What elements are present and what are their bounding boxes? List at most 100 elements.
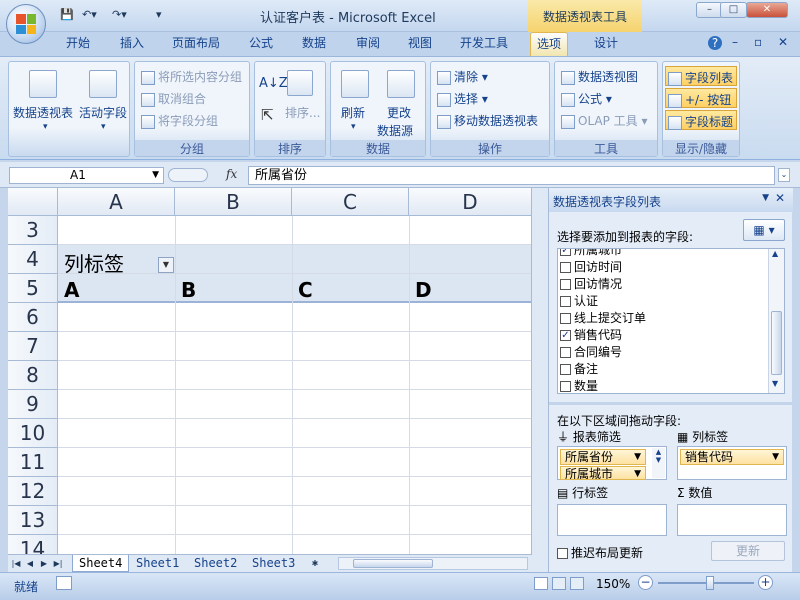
horizontal-scroll-thumb[interactable] — [353, 559, 433, 568]
row-header[interactable]: 12 — [8, 477, 58, 506]
formula-button[interactable]: 公式 ▾ — [561, 90, 612, 107]
zone-item-dropdown-icon[interactable]: ▼ — [772, 450, 779, 464]
prev-sheet-icon[interactable]: ◀ — [24, 557, 36, 570]
next-sheet-icon[interactable]: ▶ — [38, 557, 50, 570]
maximize-button[interactable]: □ — [720, 2, 747, 18]
sheet-tab-active[interactable]: Sheet4 — [72, 555, 130, 572]
column-header[interactable]: C — [292, 188, 409, 216]
field-item[interactable]: ✓ 销售代码 — [560, 327, 622, 344]
zoom-in-icon[interactable]: + — [758, 575, 773, 590]
office-button[interactable] — [6, 4, 46, 44]
row-header[interactable]: 10 — [8, 419, 58, 448]
tab-home[interactable]: 开始 — [60, 32, 96, 56]
sort-button[interactable]: 排序... — [285, 104, 320, 121]
tab-developer[interactable]: 开发工具 — [454, 32, 514, 56]
field-checkbox[interactable] — [560, 296, 571, 307]
row-header[interactable]: 7 — [8, 332, 58, 361]
row-header[interactable]: 5 — [8, 274, 58, 303]
tab-formulas[interactable]: 公式 — [243, 32, 279, 56]
pivot-column-value[interactable]: B — [181, 278, 196, 302]
column-header[interactable]: B — [175, 188, 292, 216]
select-all-corner[interactable] — [8, 188, 58, 216]
last-sheet-icon[interactable]: ▶| — [52, 557, 64, 570]
name-box-dropdown-icon[interactable]: ▼ — [152, 168, 159, 183]
change-source-label-1[interactable]: 更改 — [387, 104, 411, 121]
filter-zone-item[interactable]: 所属城市 ▼ — [560, 466, 646, 480]
horizontal-scrollbar[interactable] — [338, 557, 528, 570]
row-header[interactable]: 11 — [8, 448, 58, 477]
insert-function-icon[interactable]: fx — [226, 167, 237, 181]
tab-data[interactable]: 数据 — [296, 32, 332, 56]
field-checkbox[interactable] — [560, 313, 571, 324]
sheet-tab[interactable]: Sheet3 — [246, 555, 301, 572]
tab-review[interactable]: 审阅 — [350, 32, 386, 56]
field-list-scrollbar[interactable]: ▲ ▼ — [768, 249, 784, 393]
sort-asc-icon[interactable]: A↓Z — [259, 76, 288, 91]
customize-qat-icon[interactable]: ▾ — [156, 8, 162, 21]
page-break-view-icon[interactable] — [570, 577, 584, 590]
column-header[interactable]: A — [58, 188, 175, 216]
defer-update-checkbox[interactable] — [557, 548, 568, 559]
field-list-button[interactable]: 字段列表 — [665, 66, 737, 86]
row-header[interactable]: 9 — [8, 390, 58, 419]
row-header[interactable]: 14 — [8, 535, 58, 554]
expand-formula-icon[interactable]: ⌄ — [778, 168, 790, 182]
plus-minus-button[interactable]: +/- 按钮 — [665, 88, 737, 108]
pivot-table-button[interactable]: 数据透视表 — [13, 104, 73, 121]
close-button[interactable]: ✕ — [746, 2, 788, 18]
refresh-button[interactable]: 刷新 — [341, 104, 365, 121]
tab-design[interactable]: 设计 — [588, 32, 624, 56]
zoom-level[interactable]: 150% — [596, 577, 630, 591]
zone-item-dropdown-icon[interactable]: ▼ — [634, 467, 641, 479]
macro-record-icon[interactable] — [56, 576, 72, 590]
active-field-dropdown-icon[interactable]: ▾ — [101, 122, 106, 132]
sheet-tab[interactable]: Sheet2 — [188, 555, 243, 572]
update-button[interactable]: 更新 — [711, 541, 785, 561]
row-header[interactable]: 13 — [8, 506, 58, 535]
ribbon-minimize-icon[interactable]: – — [732, 35, 738, 49]
row-header[interactable]: 6 — [8, 303, 58, 332]
pivot-table-dropdown-icon[interactable]: ▾ — [43, 122, 48, 132]
pivot-column-value[interactable]: D — [415, 278, 432, 302]
field-checkbox[interactable] — [560, 381, 571, 392]
field-list[interactable]: ✓ 所属城市 回访时间 回访情况 认证 线上提交订单 ✓ 销售代码 合同编号 备注 … — [557, 248, 785, 394]
sheet-tab[interactable]: Sheet1 — [130, 555, 185, 572]
row-header[interactable]: 8 — [8, 361, 58, 390]
layout-toggle-button[interactable]: ▦ ▾ — [743, 219, 785, 241]
field-checkbox[interactable] — [560, 262, 571, 273]
filter-zone-scrollbar[interactable]: ▲ ▼ — [652, 448, 665, 478]
pivot-column-label[interactable]: 列标签 — [64, 248, 124, 277]
pane-options-icon[interactable]: ▼ — [762, 193, 769, 203]
select-button[interactable]: 选择 ▾ — [437, 90, 488, 107]
tab-options[interactable]: 选项 — [530, 32, 569, 56]
zone-item-dropdown-icon[interactable]: ▼ — [634, 450, 641, 464]
field-item[interactable]: 回访时间 — [560, 259, 622, 276]
refresh-dropdown-icon[interactable]: ▾ — [351, 122, 356, 132]
redo-icon[interactable]: ↷▾ — [112, 8, 127, 21]
move-pivot-button[interactable]: 移动数据透视表 — [437, 112, 538, 129]
field-item[interactable]: 合同编号 — [560, 344, 622, 361]
row-header[interactable]: 4 — [8, 245, 58, 274]
zoom-slider-thumb[interactable] — [706, 576, 714, 590]
first-sheet-icon[interactable]: |◀ — [10, 557, 22, 570]
formula-bar-handle[interactable] — [168, 168, 208, 182]
field-checkbox[interactable]: ✓ — [560, 330, 571, 341]
insert-sheet-icon[interactable]: ✱ — [308, 557, 322, 570]
tab-insert[interactable]: 插入 — [114, 32, 150, 56]
report-filter-zone[interactable]: 所属省份 ▼ 所属城市 ▼ ▲ ▼ — [557, 446, 667, 480]
row-header[interactable]: 3 — [8, 216, 58, 245]
field-headers-button[interactable]: 字段标题 — [665, 110, 737, 130]
column-label-filter-icon[interactable]: ▼ — [158, 257, 174, 273]
field-item[interactable]: 认证 — [560, 293, 598, 310]
group-selection-button[interactable]: 将所选内容分组 — [141, 68, 242, 85]
field-checkbox[interactable] — [560, 347, 571, 358]
field-item[interactable]: 数量 — [560, 378, 598, 393]
column-labels-zone[interactable]: 销售代码 ▼ — [677, 446, 787, 480]
field-list-scroll-thumb[interactable] — [771, 311, 782, 375]
field-checkbox[interactable] — [560, 364, 571, 375]
minimize-button[interactable]: – — [696, 2, 723, 18]
field-checkbox[interactable] — [560, 279, 571, 290]
defer-update-row[interactable]: 推迟布局更新 — [557, 544, 643, 561]
active-field-button[interactable]: 活动字段 — [79, 104, 127, 121]
column-header[interactable]: D — [409, 188, 531, 216]
